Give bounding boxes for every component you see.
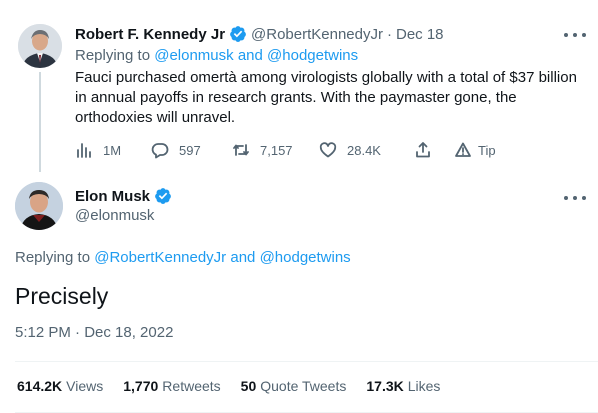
share-action[interactable] xyxy=(414,141,432,159)
stat-quote-tweets[interactable]: 50 Quote Tweets xyxy=(241,378,347,394)
stat-likes-label: Likes xyxy=(407,378,441,394)
parent-tweet-header: Robert F. Kennedy Jr @RobertKennedyJr · … xyxy=(75,25,444,43)
main-replying-to: Replying to @RobertKennedyJr and @hodget… xyxy=(15,249,351,266)
replying-and: and xyxy=(237,47,263,64)
main-tweet-stats: 614.2K Views 1,770 Retweets 50 Quote Tweets… xyxy=(17,378,460,394)
divider xyxy=(15,361,598,362)
avatar-robert-kennedy[interactable] xyxy=(18,24,62,68)
like-action[interactable]: 28.4K xyxy=(319,141,381,159)
stat-views-label: Views xyxy=(66,378,104,394)
stat-likes[interactable]: 17.3K Likes xyxy=(366,378,440,394)
heart-icon xyxy=(319,142,337,158)
replying-link-hodgetwins[interactable]: @hodgetwins xyxy=(267,47,358,64)
stat-retweets-count: 1,770 xyxy=(123,378,159,394)
stat-quotes-count: 50 xyxy=(240,378,257,394)
replying-link-elonmusk[interactable]: @elonmusk xyxy=(154,47,233,64)
stat-quotes-label: Quote Tweets xyxy=(260,378,347,394)
main-tweet-timestamp[interactable]: 5:12 PM · Dec 18, 2022 xyxy=(15,324,173,341)
views-count: 1M xyxy=(103,142,122,158)
stat-views[interactable]: 614.2K Views xyxy=(17,378,103,394)
replying-link-hodgetwins[interactable]: @hodgetwins xyxy=(260,249,351,266)
tweet-thread: Robert F. Kennedy Jr @RobertKennedyJr · … xyxy=(0,0,598,413)
verified-badge-icon xyxy=(230,26,246,42)
retweet-action[interactable]: 7,157 xyxy=(232,141,293,159)
bar-chart-icon xyxy=(77,143,91,158)
tip-label: Tip xyxy=(478,142,496,158)
parent-author-name[interactable]: Robert F. Kennedy Jr xyxy=(75,26,225,43)
replying-prefix: Replying to xyxy=(75,47,151,64)
verified-badge-icon xyxy=(155,188,171,204)
main-more-options-icon[interactable] xyxy=(564,191,586,205)
main-author-name[interactable]: Elon Musk xyxy=(75,188,150,205)
main-tweet-text: Precisely xyxy=(15,283,109,309)
speech-bubble-icon xyxy=(151,143,169,159)
avatar-elon-musk[interactable] xyxy=(15,182,63,230)
parent-tweet-text: Fauci purchased omertà among virologists… xyxy=(75,69,577,126)
main-author-row: Elon Musk xyxy=(75,187,176,205)
tip-action[interactable]: Tip xyxy=(454,141,496,159)
reply-count: 597 xyxy=(179,142,201,158)
reply-action[interactable]: 597 xyxy=(151,141,201,159)
replying-and: and xyxy=(230,249,256,266)
thread-connector-line xyxy=(39,72,41,172)
separator-dot: · xyxy=(387,25,392,43)
replying-link-robertkennedyjr[interactable]: @RobertKennedyJr xyxy=(94,249,226,266)
main-author-handle[interactable]: @elonmusk xyxy=(75,207,154,224)
replying-prefix: Replying to xyxy=(15,249,91,266)
parent-replying-to: Replying to @elonmusk and @hodgetwins xyxy=(75,47,358,64)
parent-tweet-actions: 1M 597 7,157 28.4K Tip xyxy=(75,141,515,161)
stat-views-count: 614.2K xyxy=(17,378,63,394)
stat-likes-count: 17.3K xyxy=(366,378,404,394)
retweet-arrows-icon xyxy=(233,144,249,156)
retweet-count: 7,157 xyxy=(260,142,293,158)
parent-author-handle[interactable]: @RobertKennedyJr xyxy=(251,26,383,43)
stat-retweets-label: Retweets xyxy=(162,378,221,394)
views-action[interactable]: 1M xyxy=(75,141,121,159)
tip-triangle-icon xyxy=(455,142,471,157)
parent-more-options-icon[interactable] xyxy=(564,28,586,42)
share-upload-icon xyxy=(416,142,430,158)
parent-tweet-date[interactable]: Dec 18 xyxy=(396,26,444,43)
stat-retweets[interactable]: 1,770 Retweets xyxy=(123,378,220,394)
like-count: 28.4K xyxy=(347,142,381,158)
